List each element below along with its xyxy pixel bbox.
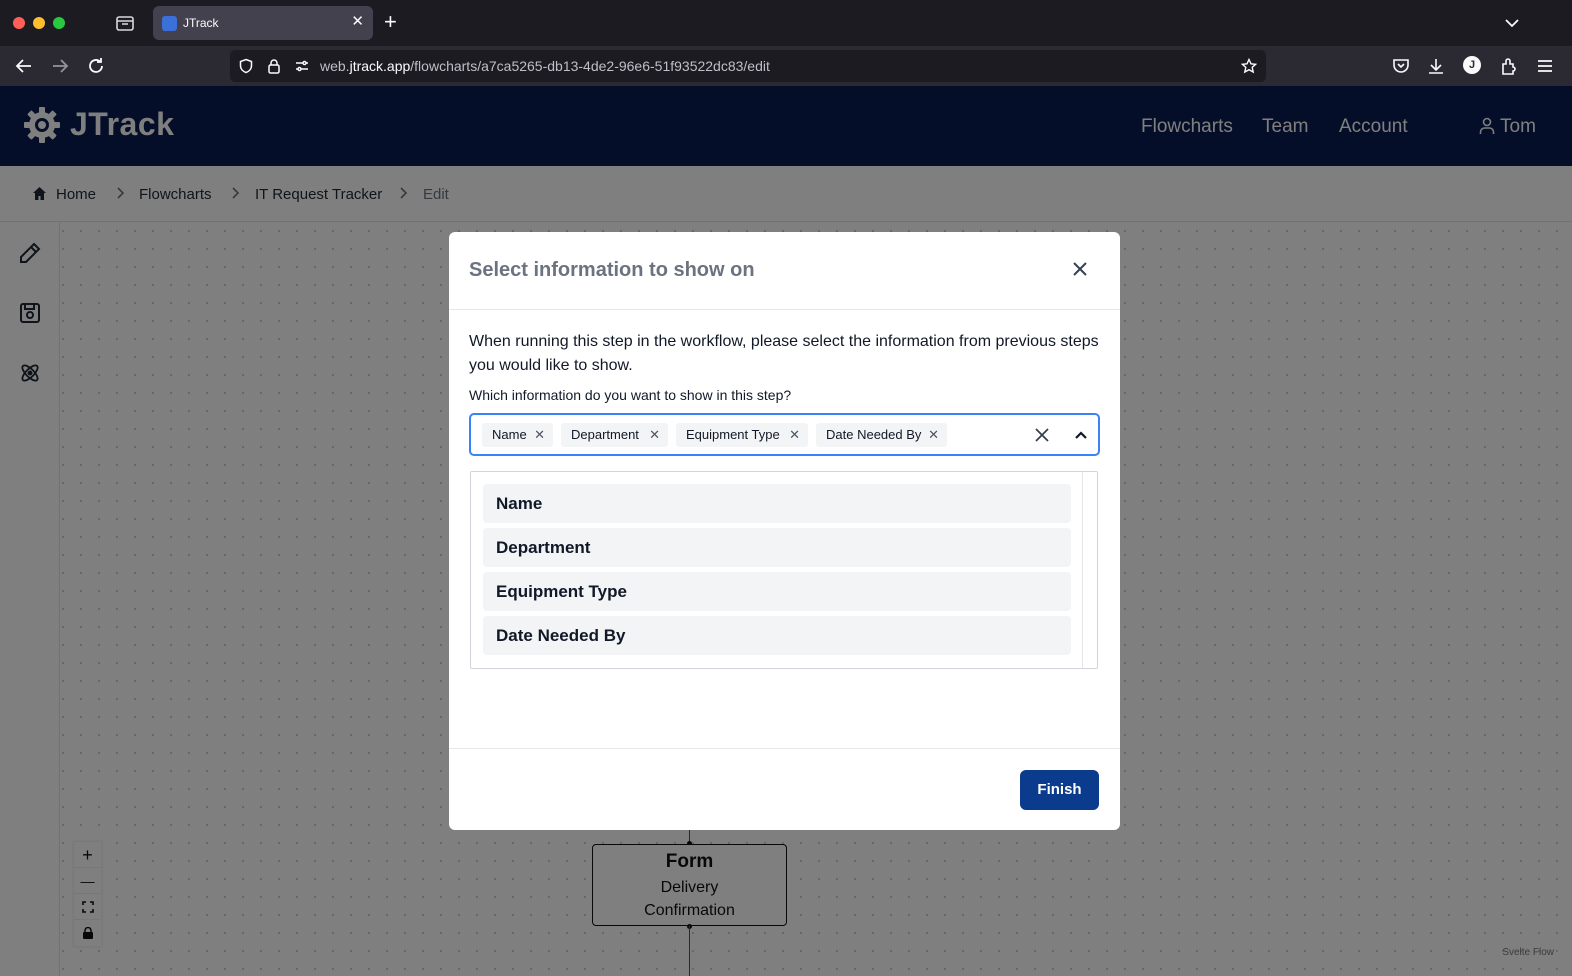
chip-label: Equipment Type [686, 427, 780, 442]
browser-navbar: web.jtrack.app/flowcharts/a7ca5265-db13-… [0, 46, 1572, 86]
bookmark-star-icon[interactable] [1240, 57, 1258, 74]
close-icon[interactable] [1071, 260, 1089, 278]
chevron-up-icon[interactable] [1073, 427, 1089, 443]
remove-chip-icon[interactable]: ✕ [789, 423, 800, 447]
modal-title: Select information to show on [469, 259, 755, 281]
tab-title: JTrack [183, 16, 219, 30]
remove-chip-icon[interactable]: ✕ [928, 423, 939, 447]
shield-icon[interactable] [238, 58, 254, 74]
modal-footer: Finish [449, 748, 1120, 830]
chip-label: Department [571, 427, 639, 442]
url-text[interactable]: web.jtrack.app/flowcharts/a7ca5265-db13-… [320, 58, 770, 74]
information-multiselect[interactable]: Name ✕ Department ✕ Equipment Type ✕ Dat… [469, 413, 1100, 456]
option-department[interactable]: Department [483, 528, 1071, 567]
menu-icon[interactable] [1535, 56, 1555, 76]
downloads-icon[interactable] [1426, 56, 1446, 76]
clear-all-icon[interactable] [1033, 426, 1051, 444]
selected-chip-equipment-type: Equipment Type ✕ [676, 423, 808, 447]
options-dropdown: Name Department Equipment Type Date Need… [470, 471, 1098, 669]
selected-chip-date-needed-by: Date Needed By ✕ [816, 423, 947, 447]
close-window-button[interactable] [13, 17, 25, 29]
field-label: Which information do you want to show in… [469, 387, 792, 403]
remove-chip-icon[interactable]: ✕ [649, 423, 660, 447]
account-avatar[interactable]: J [1463, 56, 1481, 74]
lock-icon[interactable] [266, 58, 282, 74]
selected-chip-name: Name ✕ [482, 423, 553, 447]
minimize-window-button[interactable] [33, 17, 45, 29]
extensions-icon[interactable] [1499, 56, 1519, 76]
remove-chip-icon[interactable]: ✕ [534, 423, 545, 447]
tab-tray-icon[interactable] [114, 12, 136, 34]
modal-header: Select information to show on [449, 232, 1120, 310]
forward-icon[interactable] [50, 56, 70, 76]
dropdown-scrollbar[interactable] [1082, 472, 1097, 668]
address-bar[interactable]: web.jtrack.app/flowcharts/a7ca5265-db13-… [230, 50, 1266, 82]
select-information-modal: Select information to show on When runni… [449, 232, 1120, 830]
chip-label: Date Needed By [826, 427, 922, 442]
option-date-needed-by[interactable]: Date Needed By [483, 616, 1071, 655]
chip-label: Name [492, 427, 527, 442]
option-equipment-type[interactable]: Equipment Type [483, 572, 1071, 611]
modal-description: When running this step in the workflow, … [469, 333, 1099, 374]
reload-icon[interactable] [86, 56, 106, 76]
maximize-window-button[interactable] [53, 17, 65, 29]
web-page: JTrack Flowcharts Team Account Tom Home … [0, 86, 1572, 976]
browser-tab[interactable]: JTrack ✕ [153, 6, 373, 40]
close-tab-icon[interactable]: ✕ [351, 13, 364, 31]
selected-chip-department: Department ✕ [561, 423, 668, 447]
new-tab-icon[interactable]: + [384, 10, 397, 34]
back-icon[interactable] [14, 56, 34, 76]
pocket-icon[interactable] [1391, 56, 1411, 76]
option-name[interactable]: Name [483, 484, 1071, 523]
site-permissions-icon[interactable] [294, 58, 310, 74]
jtrack-favicon-icon [162, 16, 177, 31]
chevron-down-icon[interactable] [1504, 15, 1520, 31]
browser-titlebar: JTrack ✕ + [0, 0, 1572, 46]
finish-button[interactable]: Finish [1020, 770, 1099, 810]
